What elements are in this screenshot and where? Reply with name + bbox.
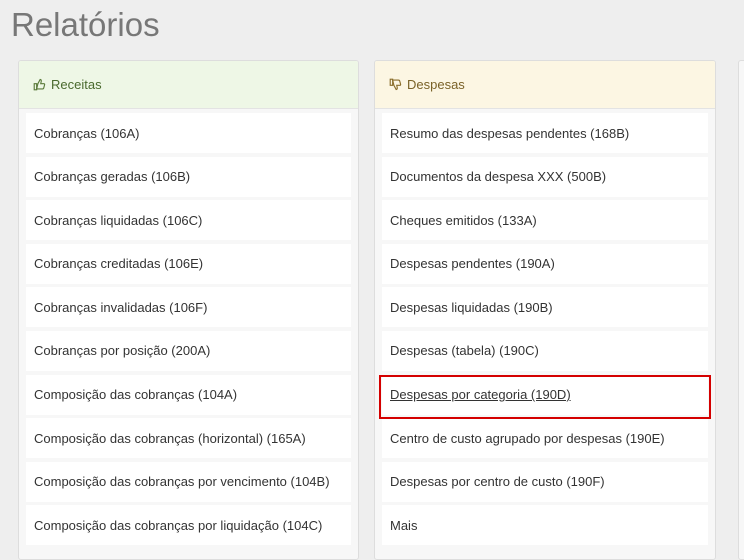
despesas-item-190e[interactable]: Centro de custo agrupado por despesas (1… — [382, 418, 708, 459]
receitas-item-200a[interactable]: Cobranças por posição (200A) — [26, 330, 351, 371]
thumbs-down-icon — [389, 78, 402, 91]
despesas-item-mais[interactable]: Mais — [382, 505, 708, 546]
receitas-item-106a[interactable]: Cobranças (106A) — [26, 113, 351, 153]
page-title: Relatórios — [11, 6, 160, 43]
receitas-item-104a[interactable]: Composição das cobranças (104A) — [26, 374, 351, 415]
despesas-item-168b[interactable]: Resumo das despesas pendentes (168B) — [382, 113, 708, 153]
receitas-item-106e[interactable]: Cobranças creditadas (106E) — [26, 243, 351, 284]
despesas-panel: Despesas Resumo das despesas pendentes (… — [374, 60, 716, 560]
despesas-item-500b[interactable]: Documentos da despesa XXX (500B) — [382, 156, 708, 197]
receitas-list: Cobranças (106A) Cobranças geradas (106B… — [19, 109, 358, 546]
receitas-panel-heading: Receitas — [19, 61, 358, 109]
despesas-item-190d[interactable]: Despesas por categoria (190D) — [382, 374, 708, 415]
despesas-list: Resumo das despesas pendentes (168B) Doc… — [375, 109, 715, 546]
receitas-heading-label: Receitas — [51, 77, 102, 92]
thumbs-up-icon — [33, 78, 46, 91]
despesas-panel-heading: Despesas — [375, 61, 715, 109]
despesas-item-133a[interactable]: Cheques emitidos (133A) — [382, 200, 708, 241]
third-panel-edge — [738, 60, 744, 560]
despesas-item-190f[interactable]: Despesas por centro de custo (190F) — [382, 461, 708, 502]
receitas-item-104c[interactable]: Composição das cobranças por liquidação … — [26, 505, 351, 546]
despesas-heading-label: Despesas — [407, 77, 465, 92]
receitas-item-106c[interactable]: Cobranças liquidadas (106C) — [26, 200, 351, 241]
receitas-item-104b[interactable]: Composição das cobranças por vencimento … — [26, 461, 351, 502]
receitas-item-106f[interactable]: Cobranças invalidadas (106F) — [26, 287, 351, 328]
receitas-panel: Receitas Cobranças (106A) Cobranças gera… — [18, 60, 359, 560]
receitas-item-106b[interactable]: Cobranças geradas (106B) — [26, 156, 351, 197]
despesas-item-190a[interactable]: Despesas pendentes (190A) — [382, 243, 708, 284]
receitas-item-165a[interactable]: Composição das cobranças (horizontal) (1… — [26, 418, 351, 459]
despesas-item-190b[interactable]: Despesas liquidadas (190B) — [382, 287, 708, 328]
despesas-item-190c[interactable]: Despesas (tabela) (190C) — [382, 330, 708, 371]
